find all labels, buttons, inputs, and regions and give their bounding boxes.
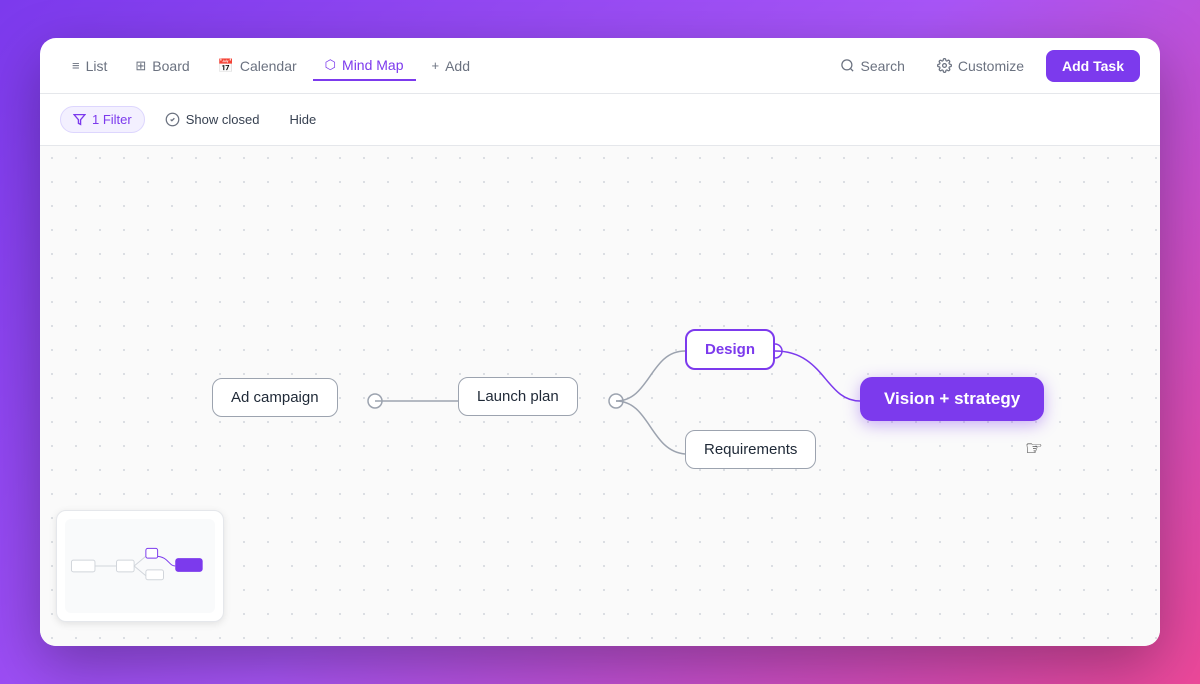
tab-board-label: Board — [152, 58, 189, 74]
canvas[interactable]: Ad campaign Launch plan Design Requireme… — [40, 146, 1160, 646]
show-closed-button[interactable]: Show closed — [155, 107, 270, 132]
show-closed-label: Show closed — [186, 112, 260, 127]
tab-list-label: List — [86, 58, 108, 74]
check-circle-icon — [165, 112, 180, 127]
node-vision-strategy-label: Vision + strategy — [884, 389, 1020, 408]
list-icon: ≡ — [72, 58, 80, 73]
gear-icon — [937, 58, 952, 73]
tab-calendar-label: Calendar — [240, 58, 297, 74]
node-requirements[interactable]: Requirements — [685, 430, 816, 469]
minimap — [56, 510, 224, 622]
customize-label: Customize — [958, 58, 1024, 74]
node-design[interactable]: Design — [685, 329, 775, 370]
search-button[interactable]: Search — [830, 52, 915, 80]
mindmap-icon: ⬡ — [325, 57, 336, 73]
node-ad-campaign-box: Ad campaign — [212, 378, 338, 417]
node-launch-plan-box: Launch plan — [458, 377, 578, 416]
filter-label: 1 Filter — [92, 112, 132, 127]
tab-mindmap-label: Mind Map — [342, 57, 403, 73]
top-nav: ≡ List ⊞ Board 📅 Calendar ⬡ Mind Map + A… — [40, 38, 1160, 94]
node-launch-plan[interactable]: Launch plan — [458, 377, 578, 416]
filter-button[interactable]: 1 Filter — [60, 106, 145, 133]
tab-list[interactable]: ≡ List — [60, 52, 119, 80]
nav-right: Search Customize Add Task — [830, 50, 1140, 82]
minimap-inner — [65, 519, 215, 613]
node-requirements-box: Requirements — [685, 430, 816, 469]
node-vision-strategy[interactable]: Vision + strategy — [860, 377, 1044, 421]
minimap-svg — [65, 519, 215, 613]
hide-button[interactable]: Hide — [279, 107, 326, 132]
node-design-box: Design — [685, 329, 775, 370]
search-icon — [840, 58, 855, 73]
add-task-button[interactable]: Add Task — [1046, 50, 1140, 82]
tab-mindmap[interactable]: ⬡ Mind Map — [313, 51, 416, 81]
node-launch-plan-label: Launch plan — [477, 388, 559, 405]
toolbar: 1 Filter Show closed Hide — [40, 94, 1160, 146]
board-icon: ⊞ — [135, 58, 146, 74]
plus-icon: + — [432, 58, 440, 73]
filter-icon — [73, 113, 86, 126]
tab-add-label: Add — [445, 58, 470, 74]
node-ad-campaign[interactable]: Ad campaign — [212, 378, 338, 417]
node-requirements-label: Requirements — [704, 441, 797, 458]
calendar-icon: 📅 — [218, 58, 234, 74]
tab-add[interactable]: + Add — [420, 52, 483, 80]
node-ad-campaign-label: Ad campaign — [231, 389, 319, 406]
tab-board[interactable]: ⊞ Board — [123, 52, 201, 80]
node-design-label: Design — [705, 341, 755, 358]
tab-calendar[interactable]: 📅 Calendar — [206, 52, 309, 80]
customize-button[interactable]: Customize — [927, 52, 1034, 80]
app-window: ≡ List ⊞ Board 📅 Calendar ⬡ Mind Map + A… — [40, 38, 1160, 646]
node-vision-strategy-box: Vision + strategy — [860, 377, 1044, 421]
search-label: Search — [861, 58, 905, 74]
